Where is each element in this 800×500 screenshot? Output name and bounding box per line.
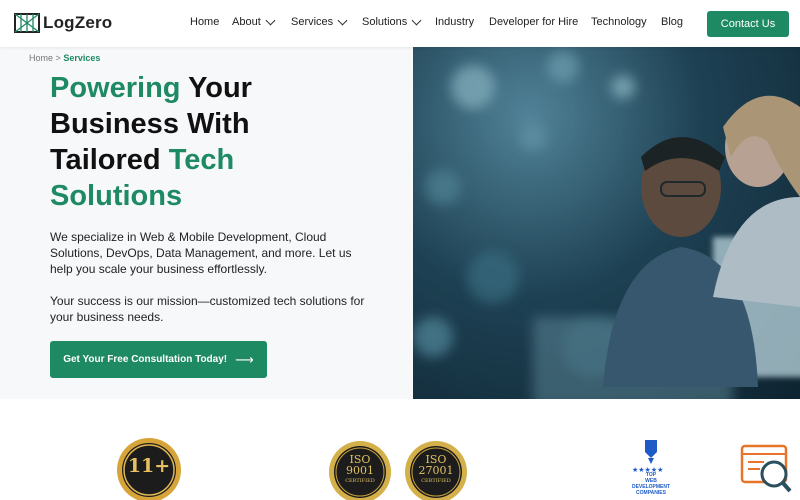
nav-about-label: About [232, 16, 261, 28]
chevron-down-icon [411, 15, 422, 25]
free-consultation-button[interactable]: Get Your Free Consultation Today! ⟶ [50, 341, 267, 378]
nav-developer-for-hire[interactable]: Developer for Hire [489, 16, 578, 28]
headline-word: Business With [50, 108, 250, 140]
nav-technology-label: Technology [591, 16, 647, 28]
nav-solutions[interactable]: Solutions [362, 15, 422, 28]
chevron-down-icon [265, 15, 276, 25]
certification-badges: 11+ ISO 9001 CERTIFIED ISO 27001 CERTIFI… [0, 400, 800, 500]
nav-industry-label: Industry [435, 16, 475, 28]
breadcrumb-current: Services [63, 53, 101, 63]
nav-developer-label: Developer for Hire [489, 16, 579, 28]
years-experience-badge: 11+ [116, 437, 182, 500]
shield-icon: ★★★★★ [632, 440, 663, 474]
top-web-dev-badge: ★★★★★ TOP WEB DEVELOPMENT COMPANIES [626, 438, 676, 500]
nav-industry[interactable]: Industry [435, 16, 474, 28]
hero-headline: Powering Your Business With Tailored Tec… [50, 70, 380, 214]
logo[interactable]: LogZero [14, 12, 112, 34]
hero-mission: Your success is our mission—customized t… [50, 294, 365, 324]
nav-services-label: Services [291, 16, 334, 28]
iso-number: 27001 [418, 464, 454, 477]
nav-solutions-label: Solutions [362, 16, 408, 28]
hero-image [413, 47, 800, 399]
iso-9001-text: ISO 9001 CERTIFIED [328, 454, 392, 487]
chevron-down-icon [337, 15, 348, 25]
nav-about[interactable]: About [232, 15, 276, 28]
code-review-icon [740, 444, 792, 500]
top-badge-text: TOP WEB DEVELOPMENT COMPANIES [626, 472, 676, 496]
nav-services[interactable]: Services [291, 15, 348, 28]
headline-word: Your [188, 72, 252, 104]
headline-word: Powering [50, 72, 181, 104]
headline-word: Solutions [50, 180, 183, 212]
logo-text: LogZero [43, 13, 113, 32]
arrow-right-icon: ⟶ [235, 351, 254, 367]
iso-9001-badge: ISO 9001 CERTIFIED [328, 440, 392, 500]
hero-description: We specialize in Web & Mobile Developmen… [50, 230, 352, 276]
nav-home-label: Home [190, 16, 220, 28]
breadcrumb-home[interactable]: Home [29, 53, 53, 63]
iso-27001-text: ISO 27001 CERTIFIED [404, 454, 468, 487]
iso-27001-badge: ISO 27001 CERTIFIED [404, 440, 468, 500]
iso-certified: CERTIFIED [345, 478, 375, 484]
nav-technology[interactable]: Technology [591, 16, 647, 28]
headline-word: Tailored [50, 144, 161, 176]
site-header: LogZero Home About Services Solutions In… [0, 0, 800, 47]
years-text: 11+ [127, 455, 171, 477]
headline-word: Tech [168, 144, 235, 176]
top-line3: COMPANIES [636, 490, 666, 496]
logo-icon [14, 12, 42, 34]
iso-certified: CERTIFIED [421, 478, 451, 484]
breadcrumb: Home > Services [29, 53, 100, 63]
nav-home[interactable]: Home [190, 16, 219, 28]
nav-blog[interactable]: Blog [661, 16, 683, 28]
top-line2: WEB DEVELOPMENT [631, 478, 671, 490]
breadcrumb-separator: > [55, 53, 61, 63]
office-photo [413, 47, 800, 399]
contact-us-button[interactable]: Contact Us [707, 11, 789, 37]
iso-number: 9001 [346, 464, 374, 477]
nav-blog-label: Blog [661, 16, 684, 28]
cta-label: Get Your Free Consultation Today! [63, 354, 228, 365]
